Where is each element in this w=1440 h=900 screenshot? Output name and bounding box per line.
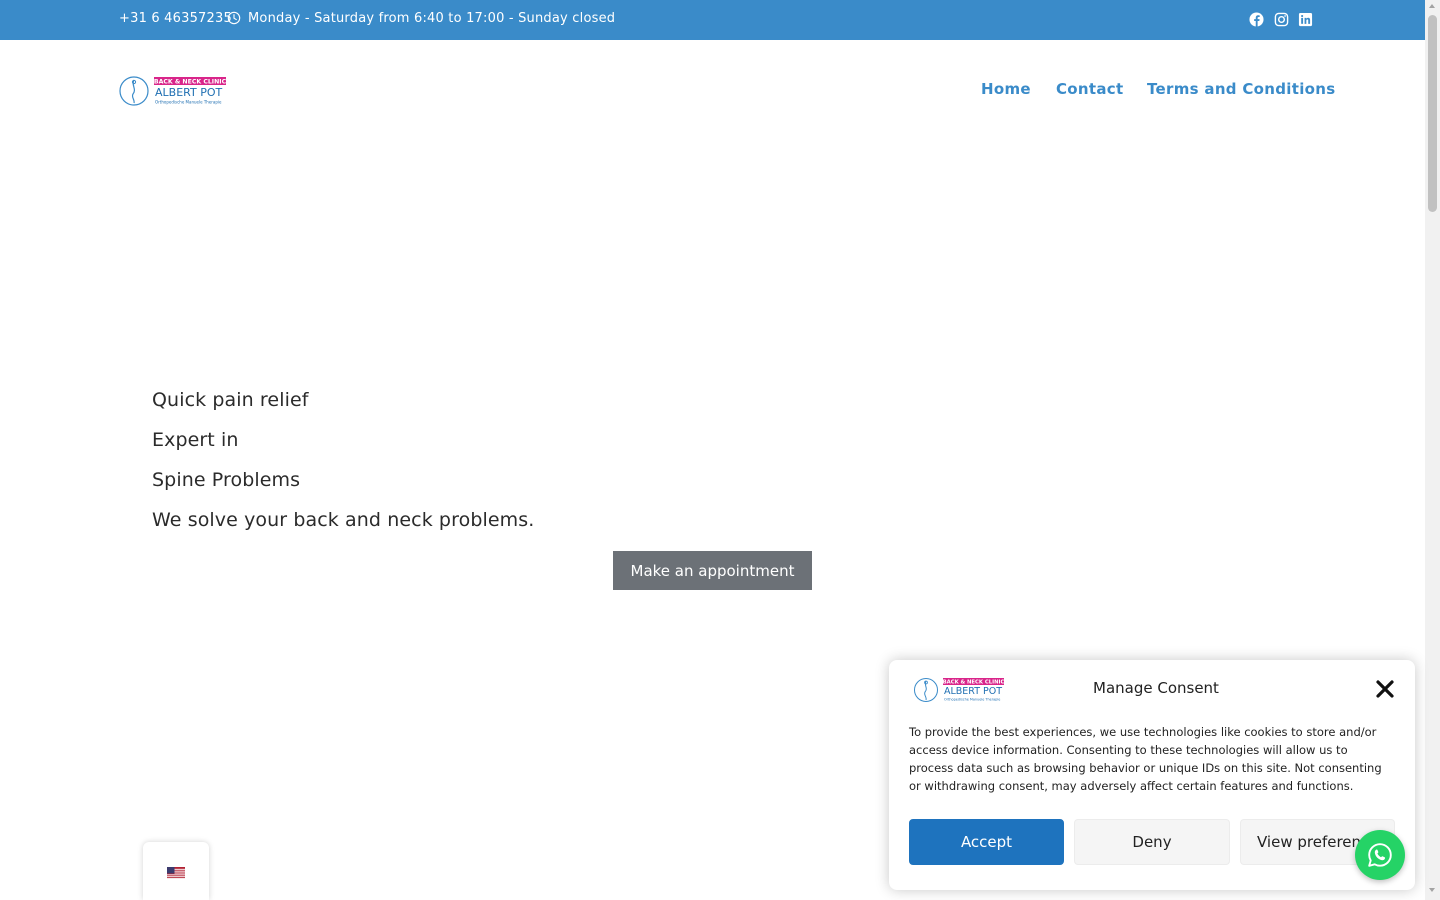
- cookie-consent-dialog: BACK & NECK CLINIC ALBERT POT Orthopedis…: [889, 660, 1415, 890]
- deny-button[interactable]: Deny: [1074, 819, 1230, 865]
- hero-line-spine: Spine Problems: [152, 469, 301, 491]
- nav-contact[interactable]: Contact: [1056, 80, 1123, 98]
- hero-line-solve: We solve your back and neck problems.: [152, 509, 535, 531]
- hero-line-pain-relief: Quick pain relief: [152, 389, 309, 411]
- consent-logo-name: ALBERT POT: [944, 686, 1002, 697]
- logo-tagline: BACK & NECK CLINIC: [154, 79, 227, 86]
- hero-line-expert: Expert in: [152, 429, 239, 451]
- close-icon[interactable]: [1375, 679, 1395, 699]
- clock-icon: [227, 11, 241, 25]
- logo-name: ALBERT POT: [155, 86, 223, 99]
- instagram-icon[interactable]: [1274, 12, 1289, 27]
- top-bar: +31 6 46357235 Monday - Saturday from 6:…: [0, 0, 1425, 40]
- whatsapp-icon: [1368, 843, 1392, 867]
- clinic-logo[interactable]: BACK & NECK CLINIC ALBERT POT Orthopedis…: [119, 75, 227, 107]
- nav-terms-and-conditions[interactable]: Terms and Conditions: [1147, 80, 1335, 98]
- consent-title: Manage Consent: [1093, 679, 1219, 697]
- consent-logo-tagline: BACK & NECK CLINIC: [943, 680, 1005, 686]
- whatsapp-button[interactable]: [1355, 830, 1405, 880]
- consent-text: To provide the best experiences, we use …: [909, 725, 1382, 793]
- page-scrollbar[interactable]: [1425, 0, 1440, 900]
- scroll-up-icon[interactable]: [1429, 4, 1435, 8]
- opening-hours: Monday - Saturday from 6:40 to 17:00 - S…: [248, 11, 616, 26]
- linkedin-icon[interactable]: [1298, 12, 1313, 27]
- consent-logo: BACK & NECK CLINIC ALBERT POT Orthopedis…: [914, 678, 1005, 702]
- consent-logo-subtitle: Orthopedische Manuele Therapie: [944, 698, 1000, 702]
- flag-us-icon: [167, 867, 185, 879]
- language-switcher[interactable]: [143, 842, 209, 900]
- scroll-down-icon[interactable]: [1429, 888, 1435, 892]
- scrollbar-thumb[interactable]: [1428, 15, 1437, 212]
- facebook-icon[interactable]: [1249, 12, 1264, 27]
- nav-home[interactable]: Home: [981, 80, 1031, 98]
- make-appointment-button[interactable]: Make an appointment: [613, 551, 812, 590]
- logo-subtitle: Orthopedische Manuele Therapie: [155, 100, 222, 105]
- accept-button[interactable]: Accept: [909, 819, 1064, 865]
- phone-number[interactable]: +31 6 46357235: [119, 11, 232, 26]
